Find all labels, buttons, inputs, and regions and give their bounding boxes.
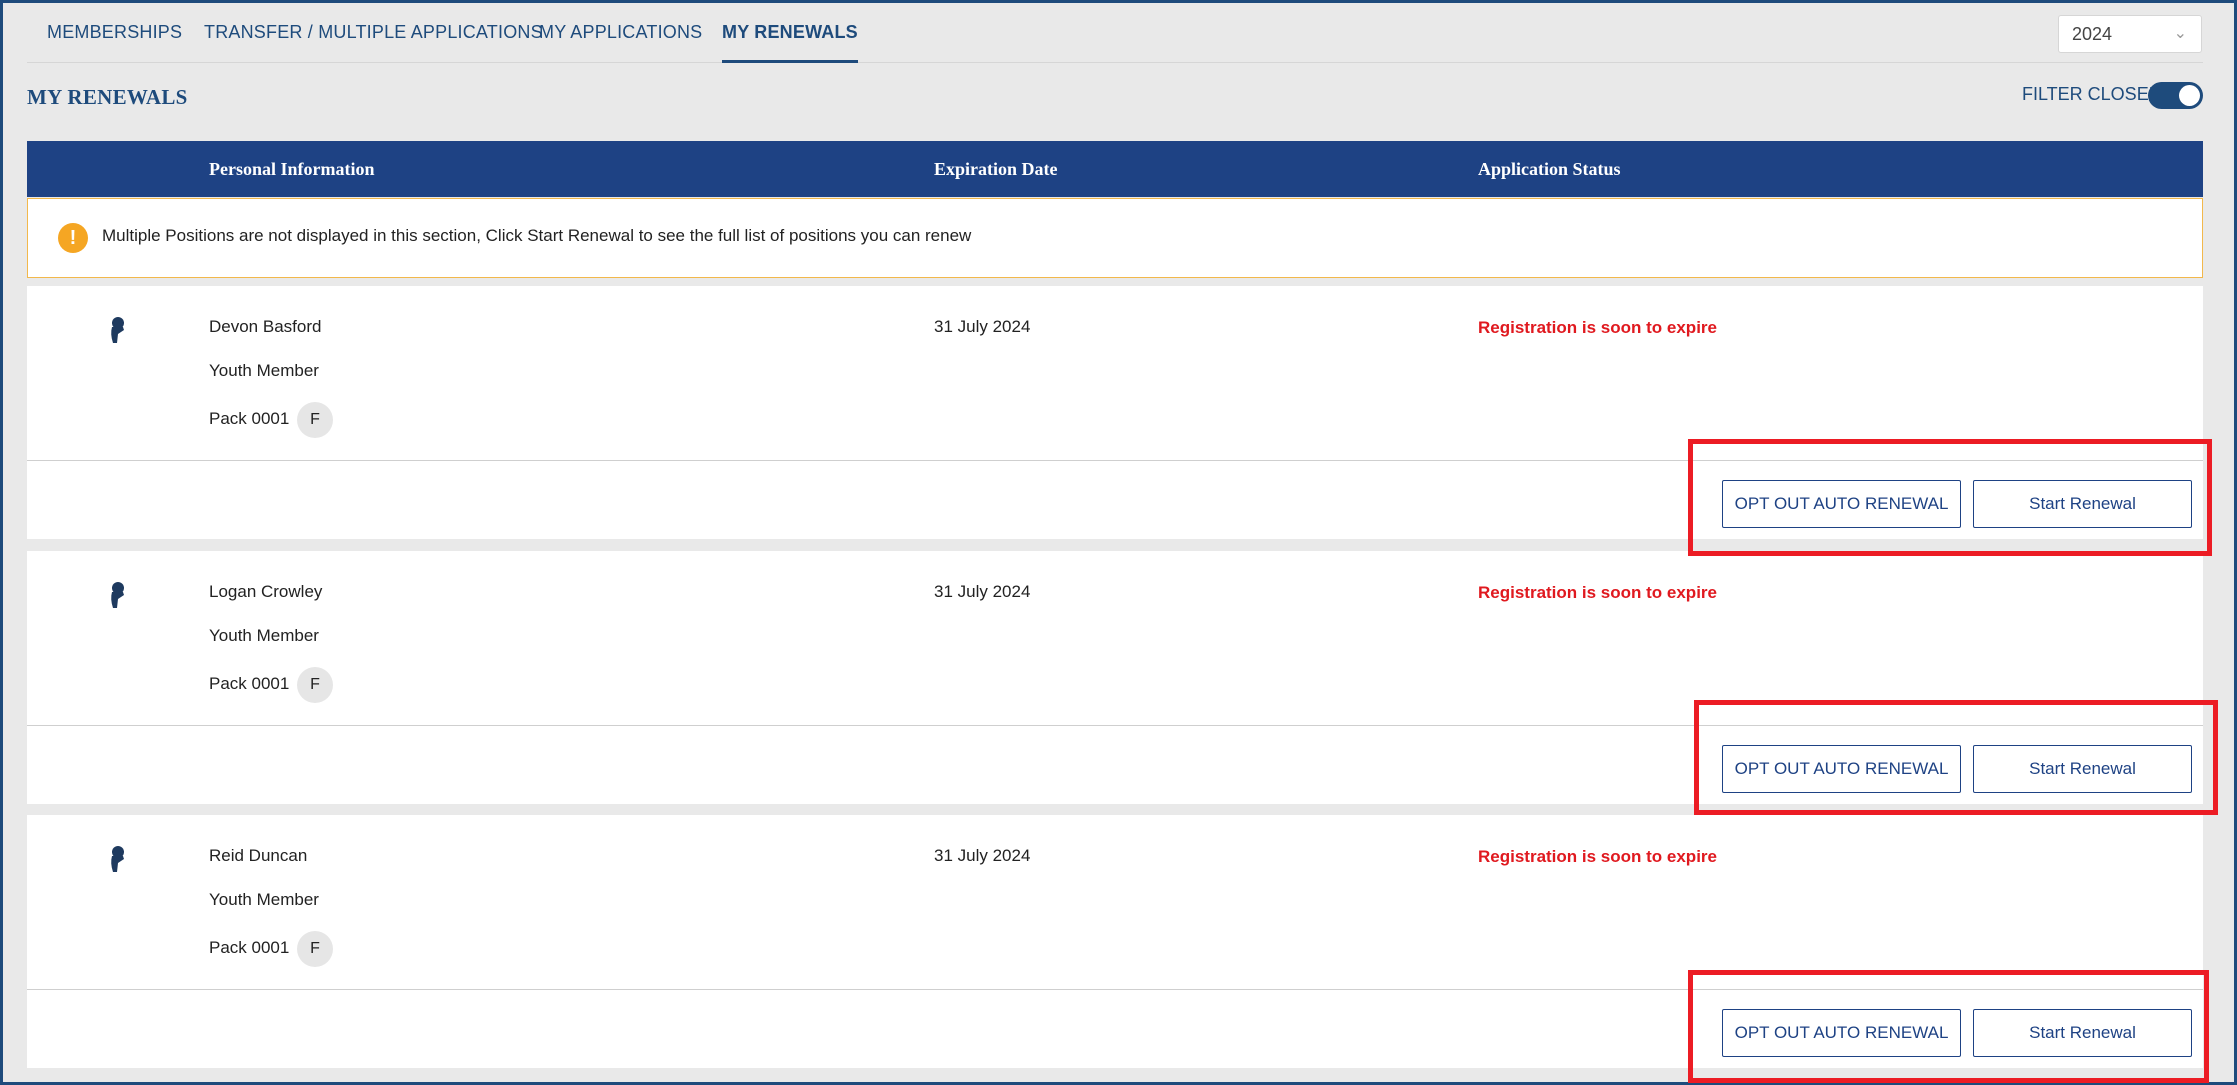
header-application-status: Application Status (1478, 159, 1621, 179)
top-tabs: MEMBERSHIPS TRANSFER / MULTIPLE APPLICAT… (27, 3, 2203, 63)
member-unit: Pack 0001 (209, 409, 290, 428)
member-name: Reid Duncan (209, 846, 308, 865)
app-frame: MEMBERSHIPS TRANSFER / MULTIPLE APPLICAT… (0, 0, 2237, 1085)
highlight-box (1688, 439, 2212, 556)
person-icon (111, 846, 124, 872)
table-header: Personal Information Expiration Date App… (27, 141, 2203, 197)
page-title: MY RENEWALS (27, 85, 188, 109)
member-role: Youth Member (209, 361, 319, 380)
tab-memberships[interactable]: MEMBERSHIPS (47, 3, 182, 63)
member-unit: Pack 0001 (209, 674, 290, 693)
application-status: Registration is soon to expire (1478, 583, 1717, 602)
highlight-box (1688, 970, 2209, 1083)
member-unit: Pack 0001 (209, 938, 290, 957)
member-role: Youth Member (209, 890, 319, 909)
toggle-knob (2179, 85, 2200, 106)
filter-closed-label: FILTER CLOSED (2022, 84, 2162, 104)
notice-text: Multiple Positions are not displayed in … (102, 226, 972, 245)
application-status: Registration is soon to expire (1478, 318, 1717, 337)
member-name: Logan Crowley (209, 582, 323, 601)
expiration-date: 31 July 2024 (934, 582, 1031, 601)
gender-badge: F (297, 667, 333, 703)
tab-my-applications[interactable]: MY APPLICATIONS (539, 3, 702, 63)
application-status: Registration is soon to expire (1478, 847, 1717, 866)
renewal-card-details: Reid Duncan Youth Member Pack 0001 F 31 … (27, 815, 2203, 990)
highlight-box (1694, 700, 2218, 815)
renewal-card-details: Devon Basford Youth Member Pack 0001 F 3… (27, 286, 2203, 461)
warning-icon: ! (58, 223, 88, 253)
chevron-down-icon: ⌄ (2173, 25, 2187, 42)
person-icon (111, 582, 124, 608)
gender-badge: F (297, 931, 333, 967)
header-personal-information: Personal Information (209, 159, 375, 179)
member-name: Devon Basford (209, 317, 322, 336)
member-role: Youth Member (209, 626, 319, 645)
tab-my-renewals[interactable]: MY RENEWALS (722, 3, 858, 63)
person-icon (111, 317, 124, 343)
multiple-positions-notice: ! Multiple Positions are not displayed i… (27, 198, 2203, 278)
tab-transfer-multiple-applications[interactable]: TRANSFER / MULTIPLE APPLICATIONS (204, 3, 543, 63)
filter-closed-toggle[interactable] (2148, 82, 2203, 109)
header-expiration-date: Expiration Date (934, 159, 1058, 179)
expiration-date: 31 July 2024 (934, 846, 1031, 865)
gender-badge: F (297, 402, 333, 438)
year-select-value: 2024 (2072, 24, 2113, 44)
expiration-date: 31 July 2024 (934, 317, 1031, 336)
year-select[interactable]: 2024 ⌄ (2058, 15, 2202, 53)
